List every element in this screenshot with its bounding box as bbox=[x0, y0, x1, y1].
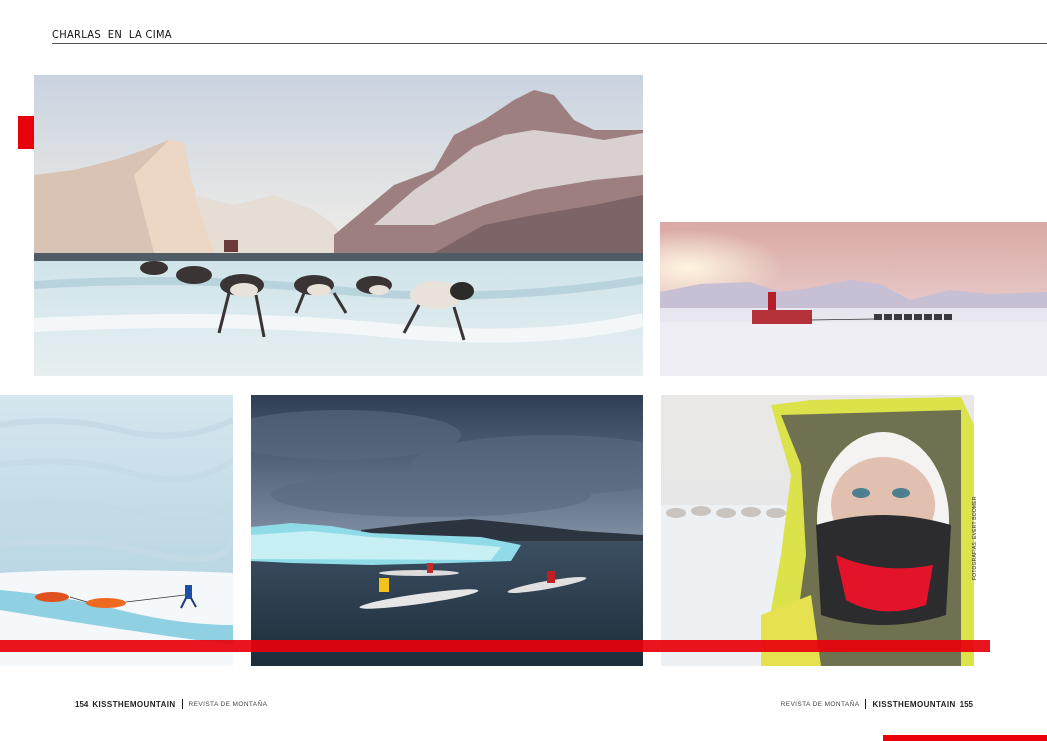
photo-ice-pulk bbox=[0, 395, 233, 666]
brand-name-left: KISSTHEMOUNTAIN bbox=[92, 699, 176, 709]
footer-separator bbox=[865, 699, 867, 709]
footer-separator bbox=[181, 699, 183, 709]
header-rule bbox=[52, 43, 1047, 44]
accent-stripe bbox=[0, 640, 990, 652]
photo-sled-sunset bbox=[660, 222, 1047, 376]
section-title: CHARLAS EN LA CIMA bbox=[52, 28, 172, 41]
brand-name-right: KISSTHEMOUNTAIN bbox=[872, 699, 956, 709]
photo-dogsled-mountains bbox=[34, 75, 643, 376]
photo-frozen-face bbox=[661, 395, 974, 666]
footer-left: 154 KISSTHEMOUNTAIN REVISTA DE MONTAÑA bbox=[75, 699, 267, 709]
photo-kayaks-iceberg bbox=[251, 395, 643, 666]
footer-right: REVISTA DE MONTAÑA KISSTHEMOUNTAIN 155 bbox=[781, 699, 973, 709]
page-number-left: 154 bbox=[75, 699, 89, 709]
photo-credit: FOTOGRAFÍAS: EVERT BOOMER bbox=[972, 496, 978, 580]
page-number-right: 155 bbox=[959, 699, 973, 709]
accent-bottom-bar bbox=[883, 735, 1047, 741]
magazine-name-right: REVISTA DE MONTAÑA bbox=[780, 700, 860, 708]
magazine-name-left: REVISTA DE MONTAÑA bbox=[188, 700, 268, 708]
